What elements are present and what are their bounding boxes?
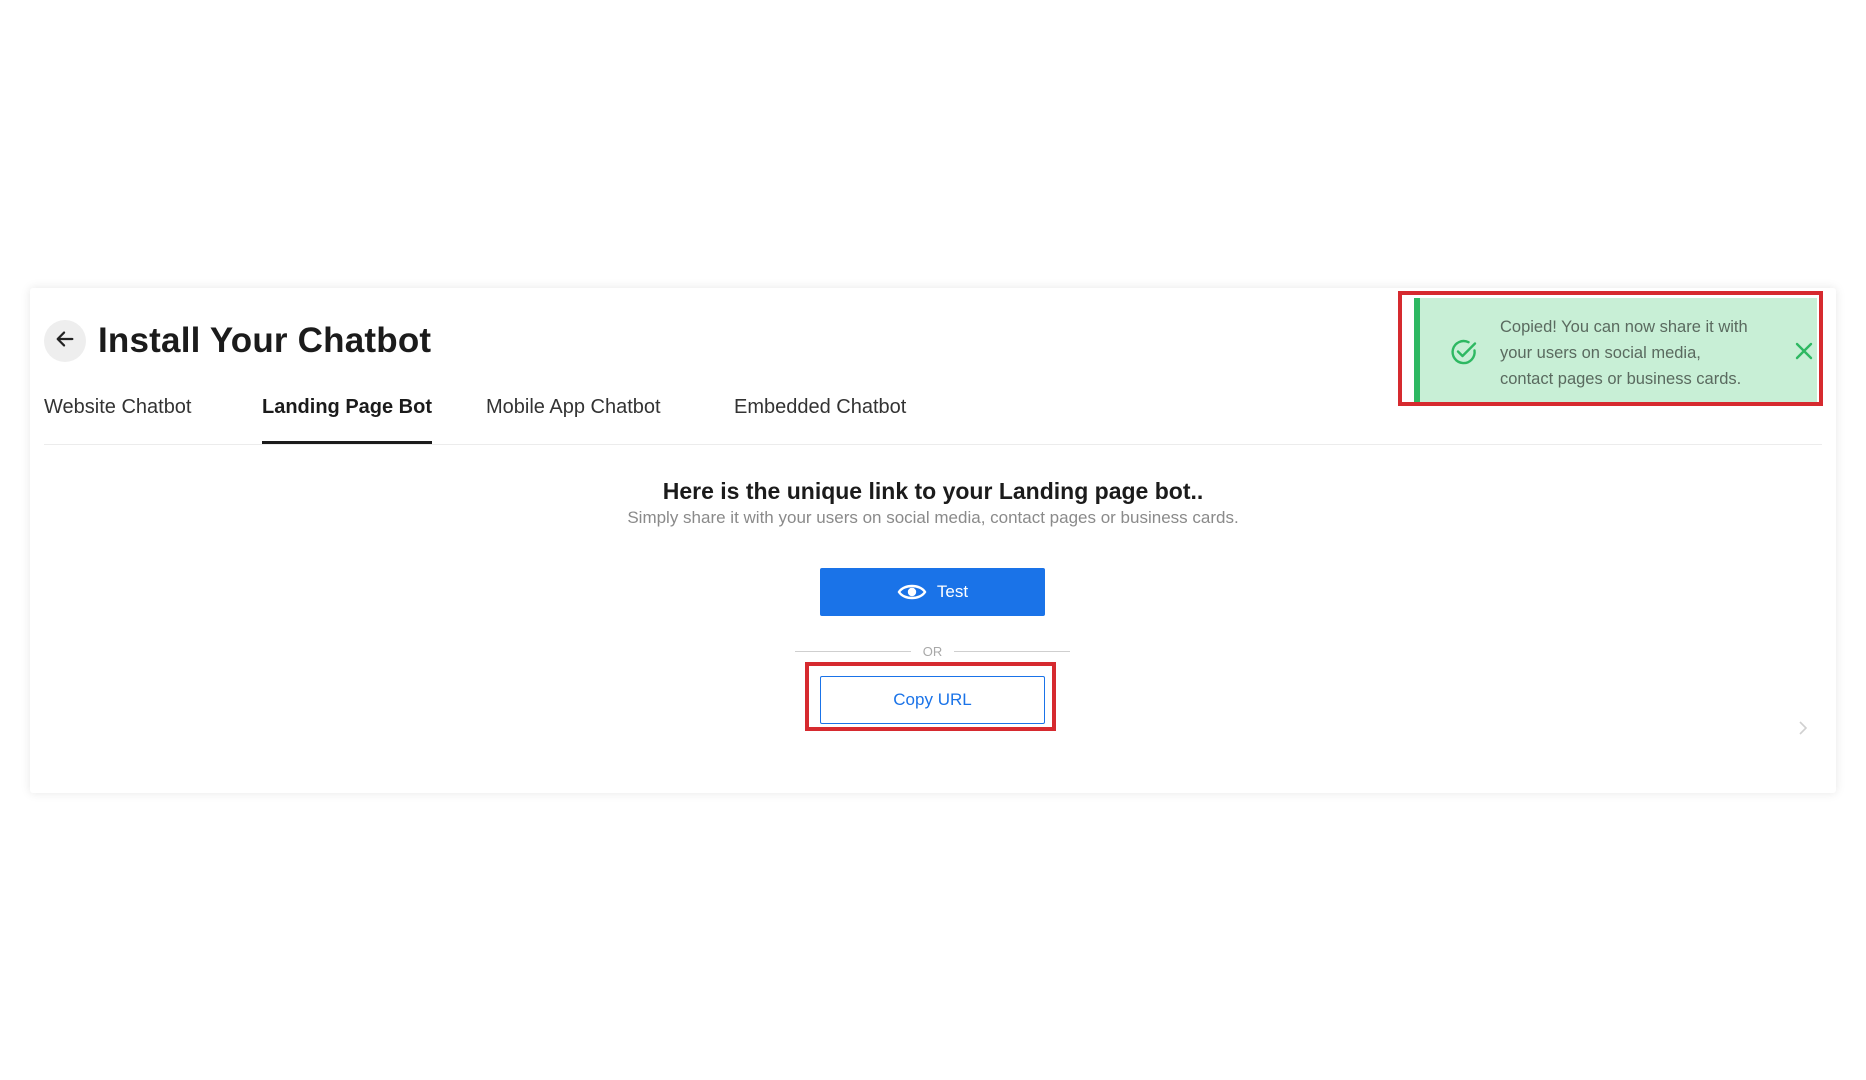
arrow-left-icon: [54, 328, 76, 355]
screen: Install Your Chatbot Website Chatbot Lan…: [0, 0, 1866, 1080]
back-button[interactable]: [44, 320, 86, 362]
or-text: OR: [922, 643, 943, 659]
copy-url-button[interactable]: Copy URL: [820, 676, 1045, 724]
landing-link-section: Here is the unique link to your Landing …: [30, 476, 1836, 528]
test-button-label: Test: [936, 582, 969, 601]
test-button[interactable]: Test: [820, 568, 1045, 616]
page-title: Install Your Chatbot: [98, 321, 432, 360]
eye-icon: [897, 582, 927, 602]
divider-line-left: [795, 650, 911, 652]
tab-mobile-app-chatbot[interactable]: Mobile App Chatbot: [486, 396, 661, 444]
chevron-right-icon: [1798, 720, 1808, 741]
toast-line: contact pages or business cards.: [1500, 370, 1742, 388]
check-circle-icon: [1450, 338, 1478, 371]
tab-embedded-chatbot[interactable]: Embedded Chatbot: [734, 396, 906, 444]
divider-line-right: [954, 650, 1070, 652]
toast-line: your users on social media,: [1500, 344, 1701, 362]
page-header: Install Your Chatbot: [44, 320, 431, 362]
copied-toast: Copied! You can now share it with your u…: [1414, 298, 1817, 402]
section-heading: Here is the unique link to your Landing …: [662, 478, 1204, 504]
or-divider: OR: [795, 643, 1070, 659]
tab-website-chatbot[interactable]: Website Chatbot: [44, 396, 192, 444]
section-subheading: Simply share it with your users on socia…: [627, 508, 1239, 527]
toast-line: Copied! You can now share it with: [1500, 318, 1748, 336]
toast-message: Copied! You can now share it with your u…: [1500, 314, 1770, 392]
tab-landing-page-bot[interactable]: Landing Page Bot: [262, 396, 432, 444]
close-icon[interactable]: [1795, 342, 1813, 365]
